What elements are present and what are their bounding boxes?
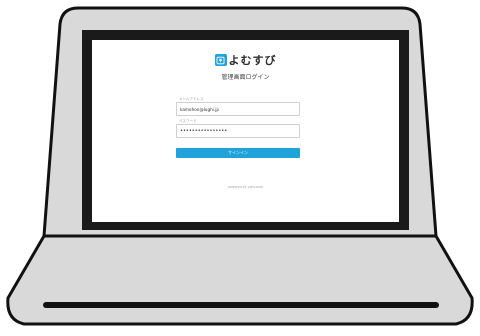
laptop-base	[6, 234, 474, 326]
powered-by-text: powered by yomusubi	[227, 185, 264, 189]
app-logo-icon	[214, 54, 227, 66]
email-value: kamehon@lughi.jp	[180, 106, 220, 112]
signin-button[interactable]: サインイン	[176, 148, 300, 158]
logo-text: よむすび	[228, 54, 277, 67]
signin-label: サインイン	[228, 150, 248, 155]
password-value: ••••••••••••••••	[180, 128, 228, 134]
email-field[interactable]: kamehon@lughi.jp	[176, 102, 300, 116]
login-screen: よむすび 管理画面ログイン メールアドレス kamehon@lughi.jp パ…	[92, 40, 399, 222]
logo: よむすび	[92, 52, 399, 68]
page-title: 管理画面ログイン	[221, 74, 270, 81]
password-field[interactable]: ••••••••••••••••	[176, 124, 300, 138]
